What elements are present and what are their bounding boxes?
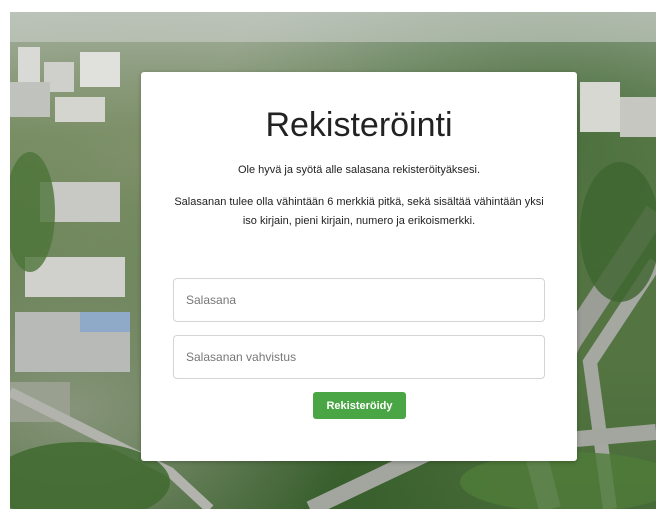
password-confirm-input[interactable] xyxy=(173,335,545,379)
intro-text: Ole hyvä ja syötä alle salasana rekister… xyxy=(237,164,481,176)
background-photo: Rekisteröinti Ole hyvä ja syötä alle sal… xyxy=(10,12,656,509)
registration-card: Rekisteröinti Ole hyvä ja syötä alle sal… xyxy=(141,72,577,461)
password-input[interactable] xyxy=(173,278,545,322)
page-title: Rekisteröinti xyxy=(265,106,453,144)
register-button[interactable]: Rekisteröidy xyxy=(313,392,406,419)
password-requirements-text: Salasanan tulee olla vähintään 6 merkkiä… xyxy=(174,196,544,227)
